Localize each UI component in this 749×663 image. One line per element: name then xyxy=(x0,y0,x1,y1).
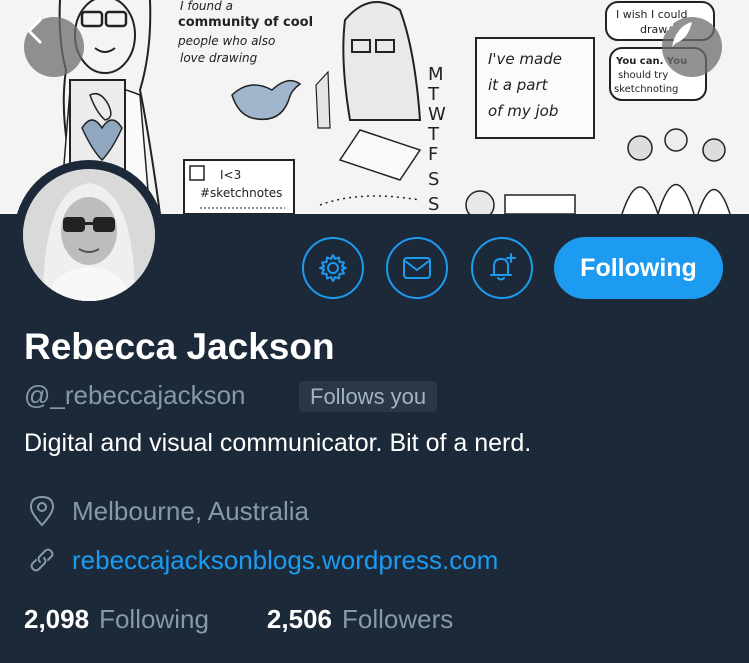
sketch-youcan-line3: sketchnoting xyxy=(614,84,678,95)
sketch-day-t2: T xyxy=(427,124,440,145)
website-link[interactable]: rebeccajacksonblogs.wordpress.com xyxy=(72,545,498,576)
sketch-made-line1: I've made xyxy=(488,50,562,68)
following-stat[interactable]: 2,098 Following xyxy=(24,604,209,635)
avatar-portrait xyxy=(23,169,155,301)
notifications-button[interactable] xyxy=(471,237,533,299)
link-icon xyxy=(24,542,60,578)
sketch-community-line1: I found a xyxy=(180,0,233,13)
sketch-made-line2: it a part xyxy=(488,76,549,94)
sketch-heart-text: I<3 xyxy=(220,168,241,182)
followers-stat[interactable]: 2,506 Followers xyxy=(267,604,453,635)
following-button[interactable]: Following xyxy=(554,237,723,299)
gear-icon xyxy=(319,254,347,282)
compose-feather-icon xyxy=(662,19,692,47)
avatar-photo xyxy=(23,169,155,301)
profile-handle: @_rebeccajackson xyxy=(24,380,246,410)
profile-avatar[interactable] xyxy=(14,160,164,310)
sketch-day-s1: S xyxy=(428,169,439,190)
chevron-left-icon xyxy=(27,18,42,44)
following-count: 2,098 xyxy=(24,604,90,634)
profile-location: Melbourne, Australia xyxy=(24,493,309,529)
follow-stats: 2,098 Following 2,506 Followers xyxy=(24,604,511,635)
profile-website[interactable]: rebeccajacksonblogs.wordpress.com xyxy=(24,542,498,578)
profile-name: Rebecca Jackson xyxy=(24,326,335,367)
back-button[interactable] xyxy=(24,17,84,77)
location-text: Melbourne, Australia xyxy=(72,495,310,526)
sketch-community-line4: love drawing xyxy=(180,51,258,65)
sketch-youcan-line2: should try xyxy=(618,70,668,81)
sketch-day-w: W xyxy=(428,104,446,125)
envelope-icon xyxy=(403,257,431,279)
follows-you-badge: Follows you xyxy=(299,381,438,412)
sketch-day-t1: T xyxy=(427,84,440,105)
compose-tweet-button[interactable] xyxy=(662,17,722,77)
followers-count: 2,506 xyxy=(266,604,332,634)
sketch-community-line2: community of cool xyxy=(178,15,313,30)
sketch-hashtag-text: #sketchnotes xyxy=(200,186,282,200)
profile-page: I<3 #sketchnotes I found a community of … xyxy=(0,0,749,663)
message-button[interactable] xyxy=(386,237,448,299)
sketch-made-line3: of my job xyxy=(488,102,558,120)
following-label: Following xyxy=(99,604,209,634)
bell-plus-icon xyxy=(490,253,516,281)
settings-button[interactable] xyxy=(302,237,364,299)
location-pin-icon xyxy=(24,493,60,529)
sketch-community-line3: people who also xyxy=(177,34,275,48)
sketch-day-m: M xyxy=(428,64,444,85)
sketch-day-f: F xyxy=(428,144,438,165)
sketch-day-s2: S xyxy=(428,194,439,214)
profile-bio: Digital and visual communicator. Bit of … xyxy=(24,429,532,457)
followers-label: Followers xyxy=(341,604,454,634)
